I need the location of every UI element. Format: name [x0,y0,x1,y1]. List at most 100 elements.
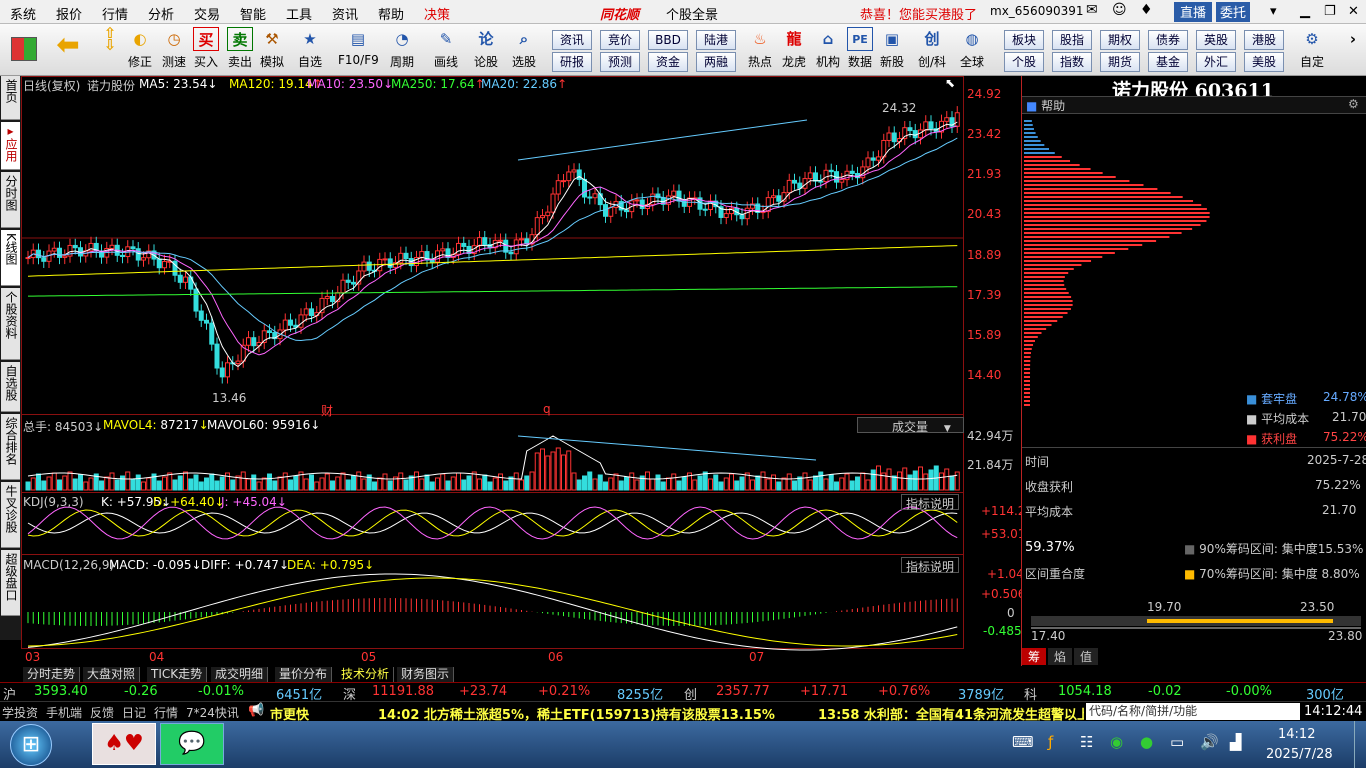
order-button[interactable]: 委托 [1216,2,1251,22]
updown-button[interactable]: ⇧ ⇩ [94,26,126,73]
menu-analysis[interactable]: 分析 [148,4,174,23]
menu-help[interactable]: 帮助 [378,4,404,23]
speed-button[interactable]: ◷ 测速 [158,27,190,73]
link-diary[interactable]: 日记 [122,704,146,721]
btn-hk-stocks[interactable]: 港股 [1244,30,1284,50]
keyboard-icon[interactable]: ⌨ [1012,733,1034,751]
tab-profile[interactable]: 个股资料 [1,288,20,360]
btn-forecast[interactable]: 预测 [600,52,640,72]
sell-button[interactable]: 卖卖出 [224,27,256,73]
maximize-icon[interactable]: ❐ [1324,4,1336,19]
macd-help-button[interactable]: 指标说明 [901,557,960,574]
chuang-ke-button[interactable]: 创创/科 [912,27,952,73]
tab-financial[interactable]: 财务图示 [397,667,455,682]
show-desktop-button[interactable] [1354,721,1366,768]
tab-super-panel[interactable]: 超级盘口 [1,550,20,616]
btn-bbd[interactable]: BBD [648,30,688,50]
tab-apps[interactable]: ▸应用 [1,122,20,170]
indicator-select[interactable]: 成交量 ▼ [857,417,964,434]
kdj-help-button[interactable]: 指标说明 [901,494,960,511]
layout-button[interactable] [8,27,40,73]
link-mobile[interactable]: 手机端 [46,704,82,721]
live-button[interactable]: 直播 [1174,2,1213,22]
period-button[interactable]: ◔ 周期 [386,27,418,73]
btn-hk-connect[interactable]: 陆港 [696,30,736,50]
kline-chart[interactable] [21,76,1021,666]
menu-tools[interactable]: 工具 [286,4,312,23]
tab-flame[interactable]: 焰 [1048,648,1072,665]
btn-bonds[interactable]: 债券 [1148,30,1188,50]
service-icon[interactable]: ☺ [1112,2,1127,18]
tab-kline[interactable]: K线图 [1,230,20,286]
f10-button[interactable]: ▤ F10/F9 [338,27,379,73]
btn-funds[interactable]: 资金 [648,52,688,72]
menu-system[interactable]: 系统 [10,4,36,23]
kline-chart-area[interactable]: 日线(复权) 诺力股份 MA5: 23.54↓ MA120: 19.14↑ MA… [21,76,1025,666]
draw-line-button[interactable]: ✎ 画线 [430,27,462,73]
link-market[interactable]: 行情 [154,704,178,721]
btn-futures[interactable]: 期货 [1100,52,1140,72]
panel-help[interactable]: 帮助 [1041,99,1065,113]
close-icon[interactable]: ✕ [1348,4,1359,19]
link-learn[interactable]: 学投资 [2,704,38,721]
tab-technical[interactable]: 技术分析 [337,667,395,682]
btn-news[interactable]: 资讯 [552,30,592,50]
btn-forex[interactable]: 外汇 [1196,52,1236,72]
tab-intraday-trend[interactable]: 分时走势 [23,667,81,682]
tab-chips[interactable]: 筹 [1022,648,1046,665]
buy-button[interactable]: 买买入 [190,27,222,73]
stock-pick-button[interactable]: ⌕ 选股 [508,27,540,73]
start-button[interactable]: ⊞ [10,724,52,766]
btn-indexes[interactable]: 指数 [1052,52,1092,72]
app-ths-taskbar[interactable]: ♠♥ [92,723,156,765]
btn-research[interactable]: 研报 [552,52,592,72]
btn-sector[interactable]: 板块 [1004,30,1044,50]
tray-date[interactable]: 2025/7/28 [1266,747,1333,762]
menu-quote[interactable]: 报价 [56,4,82,23]
new-stock-button[interactable]: ▣ 新股 [876,27,908,73]
minimize-icon[interactable]: ▁ [1300,4,1310,19]
network-icon[interactable]: ☷ [1080,733,1093,751]
data-button[interactable]: PE 数据 [844,27,876,73]
btn-margin[interactable]: 两融 [696,52,736,72]
btn-index-futures[interactable]: 股指 [1052,30,1092,50]
fix-button[interactable]: ◐ 修正 [124,27,156,73]
tab-home[interactable]: 首页 [1,76,20,120]
flash-icon[interactable]: ƒ [1048,733,1053,751]
tab-intraday[interactable]: 分时图 [1,172,20,228]
promo-text[interactable]: 恭喜！您能买港股了 [860,4,977,23]
tab-value[interactable]: 值 [1074,648,1098,665]
simulate-button[interactable]: ⚒ 模拟 [256,27,288,73]
menu-smart[interactable]: 智能 [240,4,266,23]
tab-market-compare[interactable]: 大盘对照 [83,667,141,682]
wechat-tray-icon[interactable]: ● [1140,733,1153,751]
tab-watchlist[interactable]: 自选股 [1,362,20,412]
mail-icon[interactable]: ✉ [1086,2,1098,18]
event-mark-finance[interactable]: 财 [321,402,333,419]
btn-funds-market[interactable]: 基金 [1148,52,1188,72]
link-flash[interactable]: 7*24快讯 [186,704,239,721]
volume-icon[interactable]: 🔊 [1200,733,1219,751]
monitor-icon[interactable]: ▭ [1170,733,1184,751]
btn-uk-stocks[interactable]: 英股 [1196,30,1236,50]
toolbar-more-button[interactable]: › [1340,27,1360,73]
dragon-tiger-button[interactable]: 龍龙虎 [778,27,810,73]
back-button[interactable]: ⬅ [52,27,84,73]
tab-trades[interactable]: 成交明细 [211,667,269,682]
antivirus-icon[interactable]: ◉ [1110,733,1123,751]
event-mark-q[interactable]: q [543,402,551,416]
discuss-button[interactable]: 论论股 [470,27,502,73]
global-button[interactable]: ◍ 全球 [956,27,988,73]
btn-us-stocks[interactable]: 美股 [1244,52,1284,72]
search-input[interactable]: 代码/名称/简拼/功能 [1086,703,1300,720]
favorites-button[interactable]: ★ 自选 [294,27,326,73]
app-wechat-taskbar[interactable]: 💬 [160,723,224,765]
btn-options[interactable]: 期权 [1100,30,1140,50]
custom-button[interactable]: ⚙ 自定 [1296,27,1328,73]
link-feedback[interactable]: 反馈 [90,704,114,721]
tray-time[interactable]: 14:12 [1278,727,1315,742]
tab-diagnosis[interactable]: 牛叉诊股 [1,482,20,548]
tab-volume-price[interactable]: 量价分布 [275,667,333,682]
settings-icon[interactable]: ▾ [1270,4,1277,19]
tab-ranking[interactable]: 综合排名 [1,414,20,480]
